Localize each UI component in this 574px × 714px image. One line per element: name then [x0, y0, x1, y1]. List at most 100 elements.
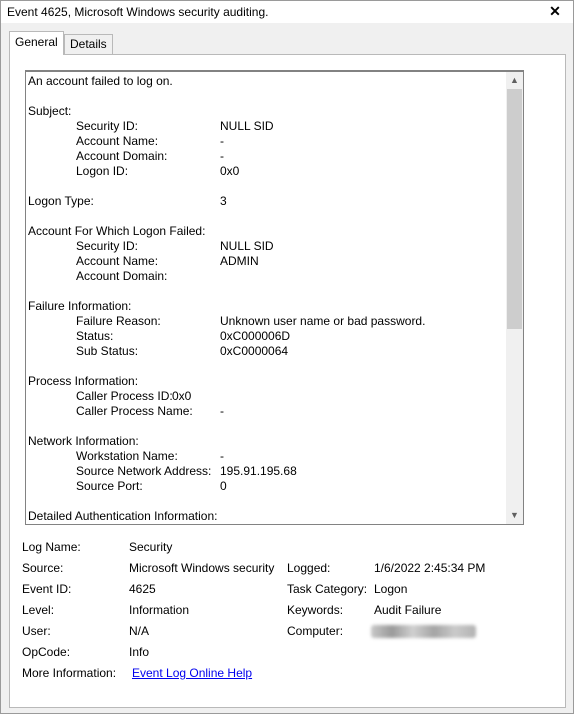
message-line-label: Account Name:	[76, 134, 159, 148]
message-line-label: Detailed Authentication Information:	[28, 509, 218, 523]
message-line-label: Account Domain:	[76, 149, 168, 163]
user-label: User:	[22, 624, 51, 638]
message-line-label: Subject:	[28, 104, 72, 118]
message-line-label: Account Name:	[76, 254, 159, 268]
message-line	[28, 284, 506, 299]
computer-value-redacted	[371, 624, 476, 639]
scroll-down-icon[interactable]: ▼	[506, 507, 523, 524]
message-line: Status: 0xC000006D	[28, 329, 506, 344]
message-line-value: 0	[220, 479, 227, 493]
message-line: Security ID: NULL SID	[28, 119, 506, 134]
message-line-value: 195.91.195.68	[220, 464, 297, 478]
source-value: Microsoft Windows security	[129, 561, 275, 575]
opcode-value: Info	[129, 645, 150, 659]
event-properties-window: Event 4625, Microsoft Windows security a…	[0, 0, 574, 714]
scroll-up-icon[interactable]: ▲	[506, 72, 523, 89]
message-line	[28, 209, 506, 224]
message-line	[28, 419, 506, 434]
message-line-label: Account Domain:	[76, 269, 168, 283]
message-line-value: Unknown user name or bad password.	[220, 314, 426, 328]
keywords-label: Keywords:	[287, 603, 344, 617]
message-line-value: -	[220, 404, 224, 418]
message-line	[28, 179, 506, 194]
message-line: An account failed to log on.	[28, 74, 506, 89]
message-line-label: Security ID:	[76, 119, 139, 133]
message-line	[28, 89, 506, 104]
message-line-label: Source Network Address:	[76, 464, 212, 478]
message-line: Failure Information:	[28, 299, 506, 314]
log-name-value: Security	[129, 540, 173, 554]
message-line-label: Network Information:	[28, 434, 139, 448]
message-line: Failure Reason: Unknown user name or bad …	[28, 314, 506, 329]
message-line-value: NULL SID	[220, 119, 274, 133]
message-line-value: 0x0	[172, 389, 192, 403]
message-line-value: -	[220, 449, 224, 463]
message-line	[28, 494, 506, 509]
title-bar[interactable]: Event 4625, Microsoft Windows security a…	[1, 1, 573, 23]
opcode-label: OpCode:	[22, 645, 71, 659]
close-icon[interactable]: ✕	[547, 3, 563, 19]
source-label: Source:	[22, 561, 64, 575]
logged-label: Logged:	[287, 561, 331, 575]
message-line: Account Name: ADMIN	[28, 254, 506, 269]
message-line: Workstation Name: -	[28, 449, 506, 464]
log-name-label: Log Name:	[22, 540, 81, 554]
scroll-thumb[interactable]	[507, 89, 522, 329]
logged-value: 1/6/2022 2:45:34 PM	[374, 561, 486, 575]
message-line-label: Source Port:	[76, 479, 143, 493]
message-line-label: Failure Reason:	[76, 314, 161, 328]
task-category-label: Task Category:	[287, 582, 368, 596]
message-line-value: -	[220, 134, 224, 148]
message-line: Process Information:	[28, 374, 506, 389]
message-line: Detailed Authentication Information:	[28, 509, 506, 524]
event-log-online-help-link[interactable]: Event Log Online Help	[132, 666, 252, 681]
message-line: Logon Type: 3	[28, 194, 506, 209]
tab-details[interactable]: Details	[64, 34, 113, 54]
message-line-label: Failure Information:	[28, 299, 132, 313]
message-line-value: 0xC000006D	[220, 329, 291, 343]
level-label: Level:	[22, 603, 55, 617]
message-line: Sub Status: 0xC0000064	[28, 344, 506, 359]
more-information-label: More Information:	[22, 666, 117, 680]
message-line: Caller Process Name: -	[28, 404, 506, 419]
message-line: Subject:	[28, 104, 506, 119]
message-line: Source Port: 0	[28, 479, 506, 494]
message-line-label: Caller Process ID:	[76, 389, 173, 403]
general-tab-panel: An account failed to log on. Subject: Secu…	[9, 54, 566, 708]
level-value: Information	[129, 603, 190, 617]
message-line-value: 0x0	[220, 164, 240, 178]
message-line: Account Name: -	[28, 134, 506, 149]
window-title: Event 4625, Microsoft Windows security a…	[7, 5, 269, 19]
message-line-value: NULL SID	[220, 239, 274, 253]
message-line: Account Domain: -	[28, 149, 506, 164]
message-scrollbar[interactable]: ▲ ▼	[506, 72, 523, 524]
message-line: Security ID: NULL SID	[28, 239, 506, 254]
message-line-label: Security ID:	[76, 239, 139, 253]
tab-details-label: Details	[70, 37, 107, 51]
message-line-label: Caller Process Name:	[76, 404, 193, 418]
event-properties: Log Name: Security Source: Microsoft Win…	[22, 540, 557, 690]
message-line: Network Information:	[28, 434, 506, 449]
message-line-value: 0xC0000064	[220, 344, 289, 358]
message-line-label: Status:	[76, 329, 114, 343]
message-line-label: Logon Type:	[28, 194, 94, 208]
event-message-text: An account failed to log on. Subject: Secu…	[28, 74, 506, 524]
message-line: Account Domain:	[28, 269, 506, 284]
message-line	[28, 359, 506, 374]
message-line-value: 3	[220, 194, 227, 208]
task-category-value: Logon	[374, 582, 408, 596]
tab-general[interactable]: General	[9, 31, 64, 55]
event-id-label: Event ID:	[22, 582, 72, 596]
message-line-label: Workstation Name:	[76, 449, 178, 463]
tab-general-label: General	[15, 35, 58, 49]
computer-label: Computer:	[287, 624, 344, 638]
message-line-label: Sub Status:	[76, 344, 139, 358]
event-message-box[interactable]: An account failed to log on. Subject: Secu…	[25, 70, 524, 525]
message-line: Source Network Address: 195.91.195.68	[28, 464, 506, 479]
user-value: N/A	[129, 624, 150, 638]
message-line-value: ADMIN	[220, 254, 259, 268]
keywords-value: Audit Failure	[374, 603, 442, 617]
message-line-label: Logon ID:	[76, 164, 129, 178]
message-line: Caller Process ID: 0x0	[28, 389, 506, 404]
message-line-label: An account failed to log on.	[28, 74, 173, 88]
